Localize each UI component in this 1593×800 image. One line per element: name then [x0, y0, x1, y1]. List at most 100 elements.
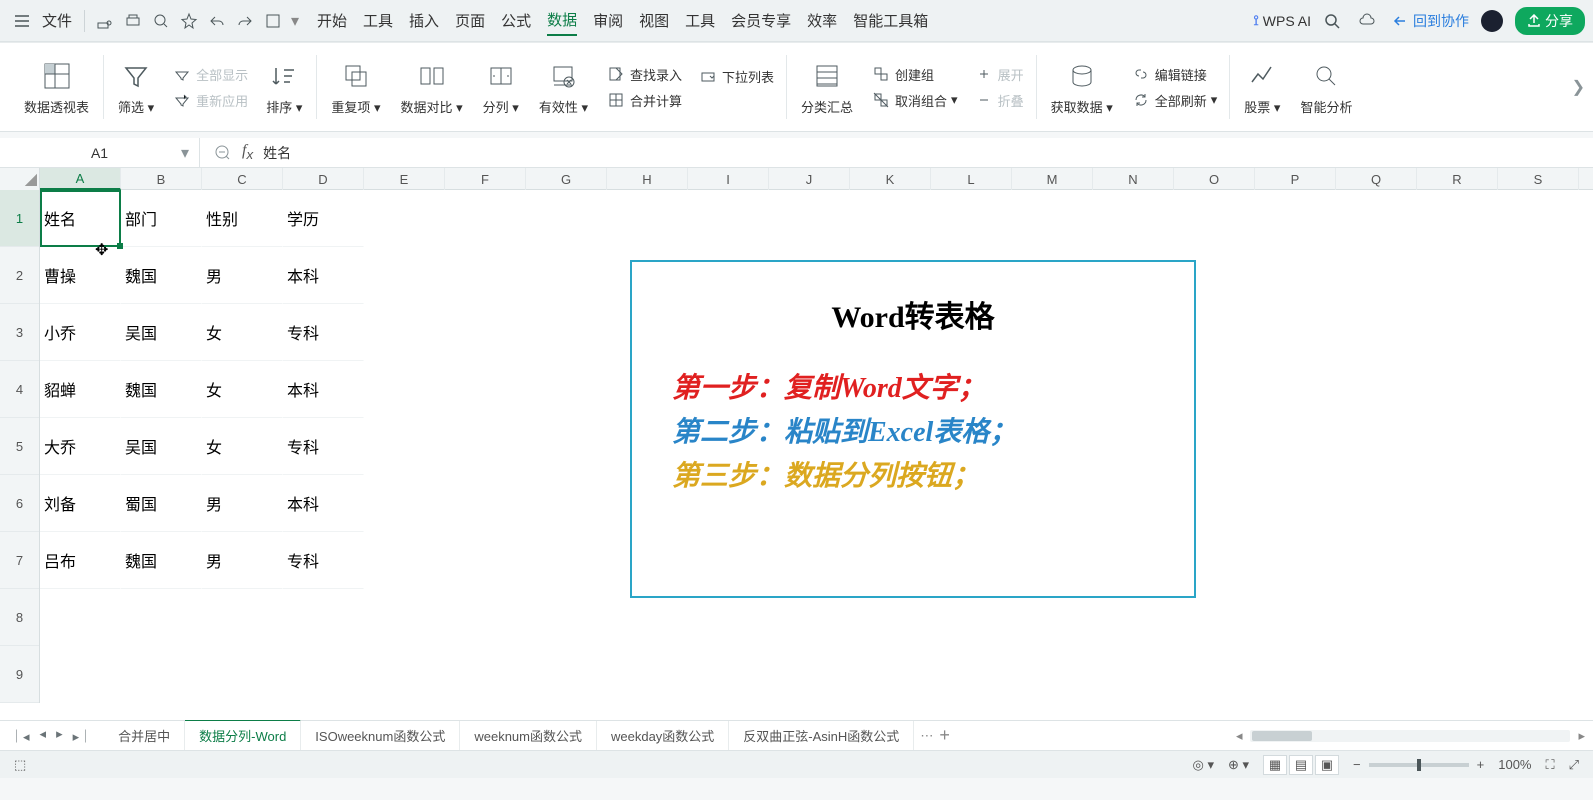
ungroup-button[interactable]: 取消组合 ▾ [871, 90, 958, 110]
row-header[interactable]: 2 [0, 247, 39, 304]
save-icon[interactable] [91, 7, 119, 35]
column-header[interactable]: M [1012, 168, 1093, 190]
undo-icon[interactable] [203, 7, 231, 35]
find-input-button[interactable]: 查找录入 [606, 64, 682, 84]
get-data-button[interactable]: 获取数据 ▾ [1041, 49, 1123, 125]
cell[interactable]: 女 [202, 418, 283, 475]
zoom-out-button[interactable]: − [1353, 757, 1361, 772]
favorite-icon[interactable] [175, 7, 203, 35]
column-header[interactable]: C [202, 168, 283, 190]
row-header[interactable]: 8 [0, 589, 39, 646]
horizontal-scrollbar[interactable] [1250, 730, 1570, 742]
name-box[interactable]: A1 ▾ [0, 138, 200, 167]
tab-tools[interactable]: 工具 [363, 6, 393, 35]
cell[interactable]: 专科 [283, 418, 364, 475]
row-header[interactable]: 6 [0, 475, 39, 532]
cell[interactable]: 专科 [283, 304, 364, 361]
duplicates-button[interactable]: 重复项 ▾ [321, 49, 390, 125]
column-header[interactable]: N [1093, 168, 1174, 190]
cell[interactable]: 曹操 [40, 247, 121, 304]
tab-formula[interactable]: 公式 [501, 6, 531, 35]
cell[interactable]: 本科 [283, 475, 364, 532]
cell[interactable]: 女 [202, 361, 283, 418]
redo-icon[interactable] [231, 7, 259, 35]
column-header[interactable]: L [931, 168, 1012, 190]
zoom-out-icon[interactable] [214, 144, 232, 162]
zoom-slider[interactable] [1369, 763, 1469, 767]
column-header[interactable]: A [40, 168, 121, 190]
focus-icon[interactable]: ⊕ ▾ [1228, 757, 1249, 773]
tab-tools2[interactable]: 工具 [685, 6, 715, 35]
chevron-down-icon[interactable]: ▾ [287, 7, 303, 35]
refresh-all-button[interactable]: 全部刷新 ▾ [1131, 90, 1218, 110]
last-sheet-icon[interactable]: ▸｜ [71, 724, 95, 747]
tab-review[interactable]: 审阅 [593, 6, 623, 35]
sheet-tab[interactable]: 反双曲正弦-AsinH函数公式 [729, 721, 914, 750]
data-compare-button[interactable]: 数据对比 ▾ [391, 49, 473, 125]
cloud-icon[interactable] [1353, 7, 1381, 35]
tab-insert[interactable]: 插入 [409, 6, 439, 35]
cell[interactable]: 专科 [283, 532, 364, 589]
column-header[interactable]: Q [1336, 168, 1417, 190]
wps-ai-button[interactable]: ⟟WPS AI [1254, 12, 1311, 29]
cell[interactable]: 魏国 [121, 361, 202, 418]
column-header[interactable]: O [1174, 168, 1255, 190]
column-header[interactable]: J [769, 168, 850, 190]
row-header[interactable]: 7 [0, 532, 39, 589]
column-header[interactable]: H [607, 168, 688, 190]
cell[interactable]: 本科 [283, 361, 364, 418]
add-sheet-icon[interactable]: + [939, 725, 950, 746]
cell[interactable]: 大乔 [40, 418, 121, 475]
hamburger-icon[interactable] [8, 7, 36, 35]
tab-view[interactable]: 视图 [639, 6, 669, 35]
sheet-tab[interactable]: weekday函数公式 [597, 721, 729, 750]
split-columns-button[interactable]: 分列 ▾ [473, 49, 529, 125]
cell[interactable]: 性别 [202, 190, 283, 247]
zoom-level[interactable]: 100% [1498, 757, 1531, 772]
tab-smartbox[interactable]: 智能工具箱 [853, 6, 928, 35]
column-header[interactable]: G [526, 168, 607, 190]
cell[interactable]: 学历 [283, 190, 364, 247]
tab-member[interactable]: 会员专享 [731, 6, 791, 35]
subtotal-button[interactable]: 分类汇总 [791, 49, 863, 125]
expand-icon[interactable]: ⛶ [1545, 757, 1554, 773]
scroll-right-icon[interactable]: ▸ [1578, 728, 1585, 744]
cell[interactable]: 小乔 [40, 304, 121, 361]
column-header[interactable]: D [283, 168, 364, 190]
column-header[interactable]: E [364, 168, 445, 190]
cell[interactable]: 吕布 [40, 532, 121, 589]
cell[interactable]: 魏国 [121, 532, 202, 589]
row-header[interactable]: 1 [0, 190, 39, 247]
tab-start[interactable]: 开始 [317, 6, 347, 35]
first-sheet-icon[interactable]: ｜◂ [8, 724, 32, 747]
preview-icon[interactable] [147, 7, 175, 35]
more-sheets-icon[interactable]: ⋯ [920, 728, 933, 744]
cell[interactable]: 吴国 [121, 304, 202, 361]
file-menu[interactable]: 文件 [42, 10, 72, 31]
column-header[interactable]: P [1255, 168, 1336, 190]
sheet-tab[interactable]: weeknum函数公式 [460, 721, 597, 750]
zoom-in-button[interactable]: + [1477, 757, 1485, 772]
column-header[interactable]: I [688, 168, 769, 190]
page-break-icon[interactable]: ▣ [1315, 755, 1339, 775]
search-icon[interactable] [1323, 12, 1341, 30]
column-header[interactable]: F [445, 168, 526, 190]
collab-link[interactable]: 回到协作 [1393, 11, 1469, 31]
tab-data[interactable]: 数据 [547, 5, 577, 36]
column-header[interactable]: K [850, 168, 931, 190]
column-header[interactable]: R [1417, 168, 1498, 190]
cell[interactable]: 魏国 [121, 247, 202, 304]
cell[interactable]: 部门 [121, 190, 202, 247]
sheet-tab[interactable]: 数据分列-Word [185, 719, 301, 750]
column-header[interactable]: S [1498, 168, 1579, 190]
filter-button[interactable]: 筛选 ▾ [108, 49, 164, 125]
validation-button[interactable]: 有效性 ▾ [529, 49, 598, 125]
cell[interactable]: 男 [202, 475, 283, 532]
tab-efficiency[interactable]: 效率 [807, 6, 837, 35]
dropdown-icon[interactable] [259, 7, 287, 35]
fullscreen-icon[interactable]: ⤢ [1569, 757, 1579, 773]
row-header[interactable]: 4 [0, 361, 39, 418]
column-header[interactable]: B [121, 168, 202, 190]
normal-view-icon[interactable]: ▦ [1263, 755, 1287, 775]
next-sheet-icon[interactable]: ▸ [54, 724, 65, 747]
